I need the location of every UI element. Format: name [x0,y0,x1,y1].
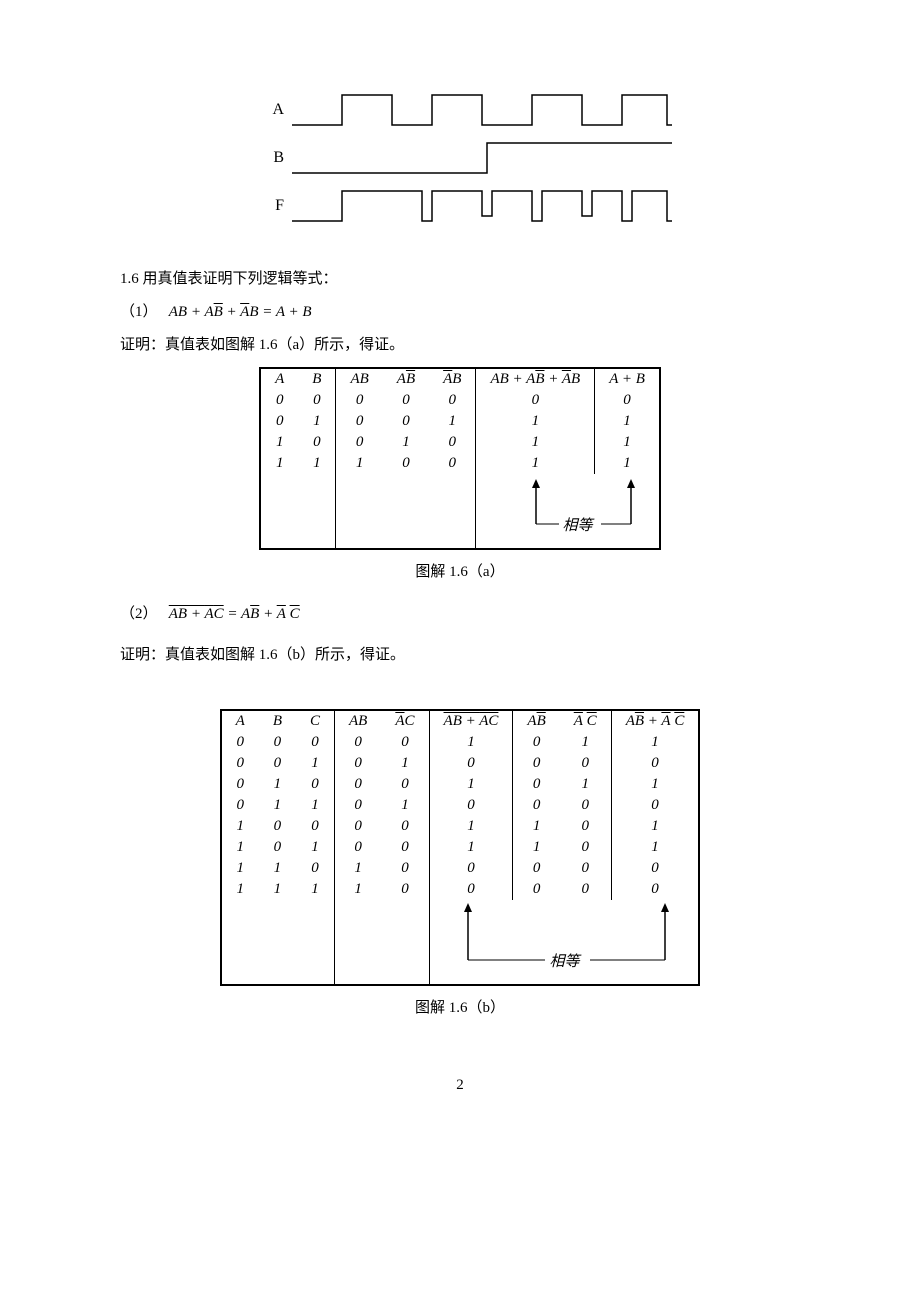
equal-label-b: 相等 [550,950,580,971]
truth-table-a: AB ABABAB AB + AB + AB A + B 0000000 010… [259,367,661,550]
caption-a: 图解 1.6（a） [120,560,800,581]
equation-1: （1） AB + AB + AB = A + B [120,299,800,326]
proof-2: 证明：真值表如图解 1.6（b）所示，得证。 [120,642,800,669]
wave-a [292,90,672,130]
equation-2: （2） AB + AC = AB + A C [120,601,800,628]
caption-b: 图解 1.6（b） [120,996,800,1017]
wave-label-a: A [260,101,284,119]
waveform-diagram: A B F [260,90,800,226]
problem-intro: 1.6 用真值表证明下列逻辑等式： [120,266,800,293]
p2-number: （2） [120,606,158,622]
truth-table-b: ABC ABAC AB + AC ABA C AB + A C 00000101… [220,709,701,986]
wave-label-b: B [260,149,284,167]
wave-b [292,138,672,178]
equal-label-a: 相等 [562,514,592,535]
page-number: 2 [120,1077,800,1094]
p1-number: （1） [120,304,158,320]
wave-f [292,186,672,226]
proof-1: 证明：真值表如图解 1.6（a）所示，得证。 [120,332,800,359]
wave-label-f: F [260,197,284,215]
